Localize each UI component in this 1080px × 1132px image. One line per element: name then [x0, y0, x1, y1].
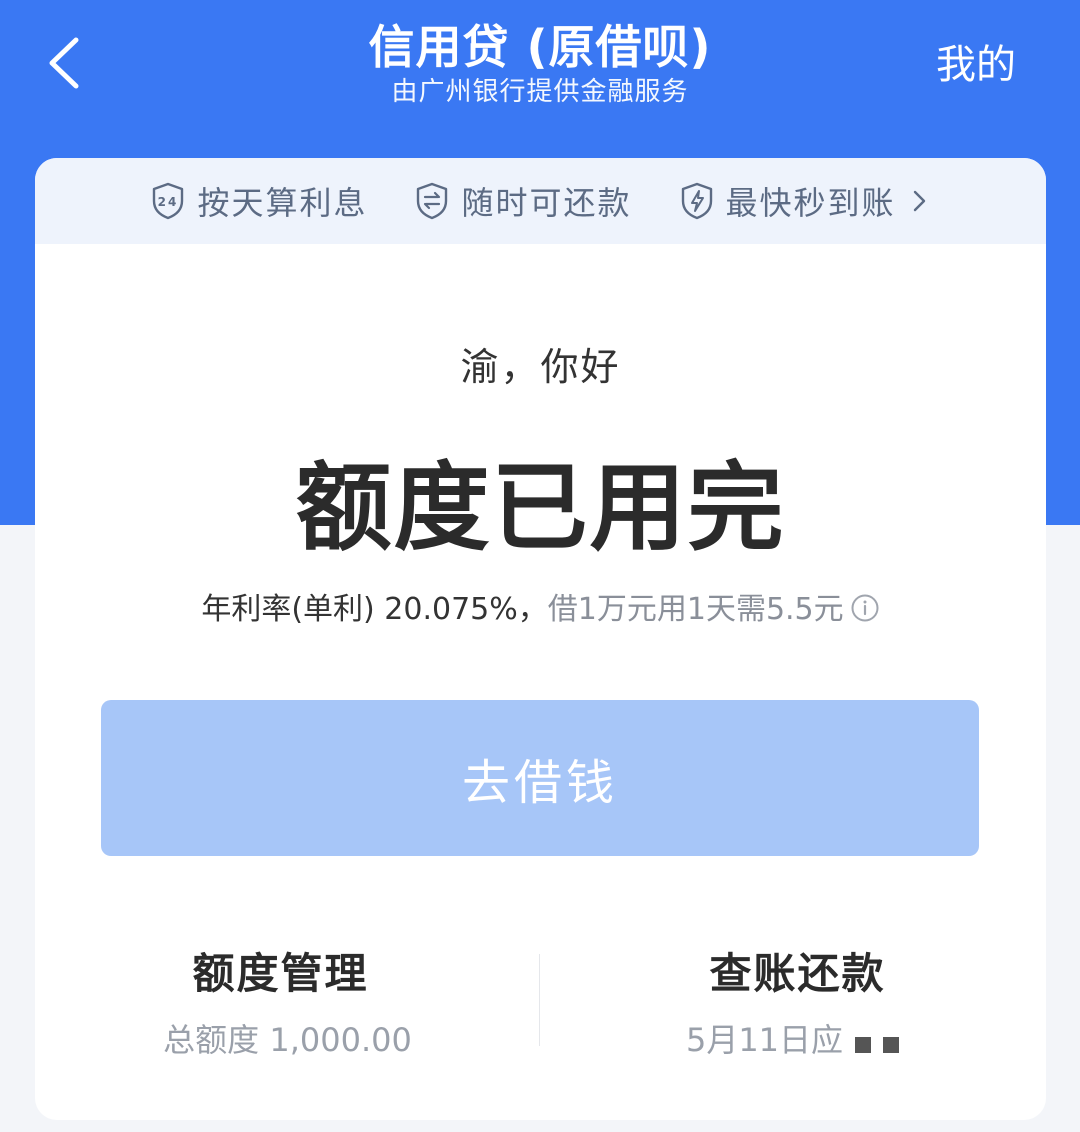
- info-icon[interactable]: [850, 593, 880, 623]
- svg-text:24: 24: [158, 195, 179, 209]
- feature-label: 最快秒到账: [725, 184, 896, 222]
- exchange-shield-icon: [417, 182, 448, 220]
- feature-label: 随时可还款: [461, 184, 632, 222]
- 24h-shield-icon: 24: [153, 182, 184, 220]
- feature-label: 按天算利息: [197, 184, 368, 222]
- credit-card-panel: 24 按天算利息 随时可还款 最快秒到账 渝，你好 额度已用完 年利率(单利) …: [35, 158, 1046, 1120]
- app-header: 信用贷 (原借呗) 由广州银行提供金融服务 我的: [0, 0, 1080, 150]
- feature-repay-anytime: 随时可还款: [415, 178, 631, 224]
- feature-daily-interest: 24 按天算利息: [151, 178, 367, 224]
- credit-management-title: 额度管理: [192, 949, 369, 998]
- rate-example: 借1万元用1天需5.5元: [547, 592, 844, 627]
- credit-management[interactable]: 额度管理 总额度 1,000.00: [35, 948, 540, 1060]
- bill-repayment-title: 查账还款: [709, 949, 886, 998]
- feature-bar[interactable]: 24 按天算利息 随时可还款 最快秒到账: [35, 158, 1046, 244]
- annual-rate: 年利率(单利) 20.075%，: [201, 592, 548, 627]
- redaction-mark: [883, 1037, 900, 1053]
- mine-link[interactable]: 我的: [936, 40, 1016, 90]
- borrow-button[interactable]: 去借钱: [101, 700, 979, 856]
- interest-rate-line: 年利率(单利) 20.075%，借1万元用1天需5.5元: [35, 590, 1046, 630]
- lightning-shield-icon: [681, 182, 712, 220]
- redaction-mark: [855, 1037, 872, 1053]
- page-subtitle: 由广州银行提供金融服务: [391, 77, 689, 107]
- chevron-right-icon[interactable]: [910, 186, 930, 216]
- credit-status: 额度已用完: [295, 452, 786, 564]
- repayment-due: 5月11日应: [540, 1020, 1045, 1060]
- bill-repayment[interactable]: 查账还款 5月11日应: [540, 948, 1045, 1060]
- feature-fast-arrival: 最快秒到账: [680, 178, 930, 224]
- greeting-text: 渝，你好: [460, 345, 621, 389]
- total-credit: 总额度 1,000.00: [163, 1021, 412, 1059]
- page-title: 信用贷 (原借呗): [368, 20, 712, 74]
- repayment-due-text: 5月11日应: [685, 1021, 844, 1059]
